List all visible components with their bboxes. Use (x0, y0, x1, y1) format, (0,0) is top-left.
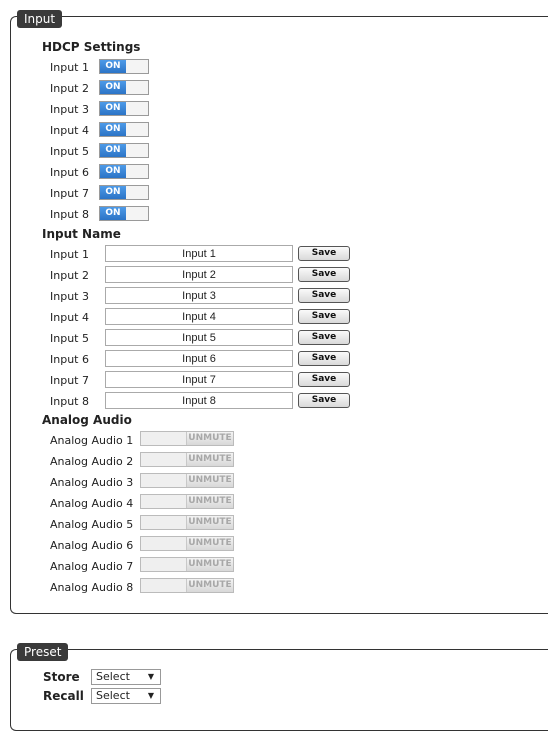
toggle-knob: UNMUTE (186, 516, 233, 529)
save-input-4-button[interactable]: Save (298, 309, 350, 324)
input-name-1-field[interactable] (105, 245, 293, 262)
input-name-8-label: Input 8 (50, 395, 89, 408)
preset-legend: Preset (17, 643, 69, 661)
toggle-knob: ON (100, 165, 126, 178)
analog-audio-5-toggle[interactable]: UNMUTE (140, 515, 234, 530)
input-name-1-label: Input 1 (50, 248, 89, 261)
input-name-7-field[interactable] (105, 371, 293, 388)
toggle-knob: UNMUTE (186, 579, 233, 592)
analog-audio-7-label: Analog Audio 7 (50, 560, 134, 573)
save-input-2-button[interactable]: Save (298, 267, 350, 282)
input-name-title: Input Name (42, 227, 121, 241)
analog-audio-1-label: Analog Audio 1 (50, 434, 134, 447)
toggle-knob: ON (100, 123, 126, 136)
analog-audio-7-toggle[interactable]: UNMUTE (140, 557, 234, 572)
toggle-knob: UNMUTE (186, 558, 233, 571)
input-legend: Input (17, 10, 63, 28)
chevron-down-icon: ▼ (147, 691, 154, 700)
input-name-5-label: Input 5 (50, 332, 89, 345)
input-name-4-field[interactable] (105, 308, 293, 325)
toggle-knob: ON (100, 102, 126, 115)
hdcp-input-6-label: Input 6 (50, 166, 89, 179)
analog-audio-6-toggle[interactable]: UNMUTE (140, 536, 234, 551)
toggle-knob: ON (100, 144, 126, 157)
save-input-8-button[interactable]: Save (298, 393, 350, 408)
store-select[interactable]: Select ▼ (91, 669, 161, 685)
input-name-8-field[interactable] (105, 392, 293, 409)
input-name-7-label: Input 7 (50, 374, 89, 387)
input-name-6-field[interactable] (105, 350, 293, 367)
save-input-3-button[interactable]: Save (298, 288, 350, 303)
save-input-6-button[interactable]: Save (298, 351, 350, 366)
analog-audio-8-toggle[interactable]: UNMUTE (140, 578, 234, 593)
analog-audio-2-toggle[interactable]: UNMUTE (140, 452, 234, 467)
toggle-knob: ON (100, 207, 126, 220)
hdcp-input-1-label: Input 1 (50, 61, 89, 74)
analog-audio-1-toggle[interactable]: UNMUTE (140, 431, 234, 446)
hdcp-input-4-toggle[interactable]: ON (99, 122, 149, 137)
hdcp-input-2-toggle[interactable]: ON (99, 80, 149, 95)
hdcp-input-7-label: Input 7 (50, 187, 89, 200)
recall-label: Recall (43, 689, 84, 703)
save-input-7-button[interactable]: Save (298, 372, 350, 387)
hdcp-input-2-label: Input 2 (50, 82, 89, 95)
analog-audio-2-label: Analog Audio 2 (50, 455, 134, 468)
hdcp-settings-title: HDCP Settings (42, 40, 141, 54)
hdcp-input-5-toggle[interactable]: ON (99, 143, 149, 158)
store-select-value: Select (96, 670, 130, 683)
toggle-knob: UNMUTE (186, 495, 233, 508)
input-name-4-label: Input 4 (50, 311, 89, 324)
hdcp-input-7-toggle[interactable]: ON (99, 185, 149, 200)
hdcp-input-4-label: Input 4 (50, 124, 89, 137)
analog-audio-5-label: Analog Audio 5 (50, 518, 134, 531)
analog-audio-3-label: Analog Audio 3 (50, 476, 134, 489)
toggle-knob: ON (100, 186, 126, 199)
hdcp-input-8-label: Input 8 (50, 208, 89, 221)
input-name-3-label: Input 3 (50, 290, 89, 303)
analog-audio-8-label: Analog Audio 8 (50, 581, 134, 594)
toggle-knob: UNMUTE (186, 474, 233, 487)
hdcp-input-1-toggle[interactable]: ON (99, 59, 149, 74)
analog-audio-4-label: Analog Audio 4 (50, 497, 134, 510)
input-name-6-label: Input 6 (50, 353, 89, 366)
store-label: Store (43, 670, 80, 684)
analog-audio-6-label: Analog Audio 6 (50, 539, 134, 552)
toggle-knob: UNMUTE (186, 453, 233, 466)
hdcp-input-3-toggle[interactable]: ON (99, 101, 149, 116)
input-name-3-field[interactable] (105, 287, 293, 304)
toggle-knob: ON (100, 81, 126, 94)
hdcp-input-3-label: Input 3 (50, 103, 89, 116)
save-input-1-button[interactable]: Save (298, 246, 350, 261)
input-name-2-field[interactable] (105, 266, 293, 283)
chevron-down-icon: ▼ (147, 672, 154, 681)
save-input-5-button[interactable]: Save (298, 330, 350, 345)
toggle-knob: UNMUTE (186, 432, 233, 445)
analog-audio-3-toggle[interactable]: UNMUTE (140, 473, 234, 488)
analog-audio-4-toggle[interactable]: UNMUTE (140, 494, 234, 509)
hdcp-input-8-toggle[interactable]: ON (99, 206, 149, 221)
input-name-5-field[interactable] (105, 329, 293, 346)
input-name-2-label: Input 2 (50, 269, 89, 282)
recall-select[interactable]: Select ▼ (91, 688, 161, 704)
recall-select-value: Select (96, 689, 130, 702)
analog-audio-title: Analog Audio (42, 413, 132, 427)
hdcp-input-5-label: Input 5 (50, 145, 89, 158)
toggle-knob: ON (100, 60, 126, 73)
toggle-knob: UNMUTE (186, 537, 233, 550)
hdcp-input-6-toggle[interactable]: ON (99, 164, 149, 179)
